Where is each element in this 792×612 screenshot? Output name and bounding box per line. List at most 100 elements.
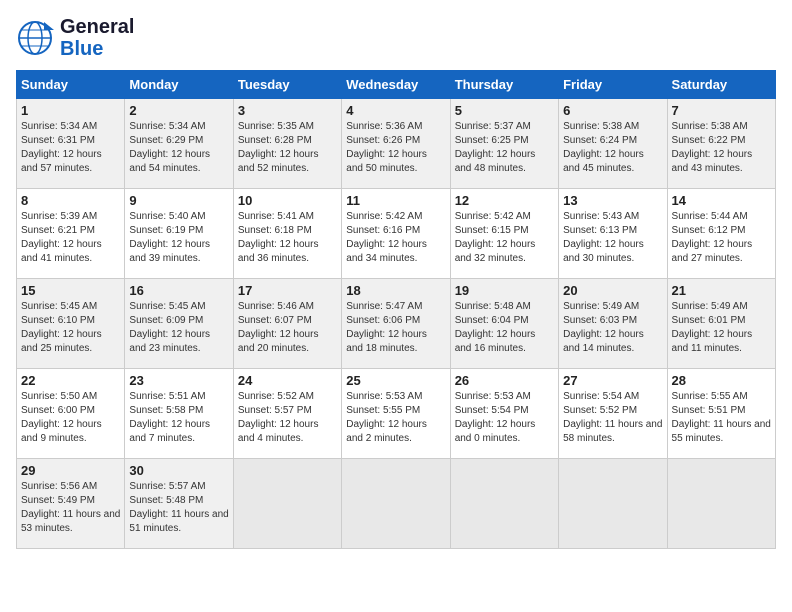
cell-info: Sunrise: 5:45 AMSunset: 6:10 PMDaylight:…	[21, 300, 120, 356]
day-number: 29	[21, 463, 120, 478]
day-number: 11	[346, 193, 445, 208]
cell-info: Sunrise: 5:40 AMSunset: 6:19 PMDaylight:…	[129, 210, 228, 266]
calendar-cell: 10Sunrise: 5:41 AMSunset: 6:18 PMDayligh…	[233, 189, 341, 279]
day-number: 9	[129, 193, 228, 208]
cell-info: Sunrise: 5:41 AMSunset: 6:18 PMDaylight:…	[238, 210, 337, 266]
cell-info: Sunrise: 5:49 AMSunset: 6:01 PMDaylight:…	[672, 300, 771, 356]
day-number: 25	[346, 373, 445, 388]
calendar-cell: 1 Sunrise: 5:34 AMSunset: 6:31 PMDaylight…	[17, 99, 125, 189]
calendar-cell: 3 Sunrise: 5:35 AMSunset: 6:28 PMDaylight…	[233, 99, 341, 189]
calendar-cell: 4 Sunrise: 5:36 AMSunset: 6:26 PMDaylight…	[342, 99, 450, 189]
calendar-cell	[233, 459, 341, 549]
cell-info: Sunrise: 5:34 AMSunset: 6:29 PMDaylight:…	[129, 120, 228, 176]
cell-info: Sunrise: 5:49 AMSunset: 6:03 PMDaylight:…	[563, 300, 662, 356]
calendar-cell: 19 Sunrise: 5:48 AMSunset: 6:04 PMDayligh…	[450, 279, 558, 369]
day-number: 17	[238, 283, 337, 298]
day-number: 27	[563, 373, 662, 388]
calendar-cell: 18 Sunrise: 5:47 AMSunset: 6:06 PMDayligh…	[342, 279, 450, 369]
day-number: 23	[129, 373, 228, 388]
cell-info: Sunrise: 5:37 AMSunset: 6:25 PMDaylight:…	[455, 120, 554, 176]
day-number: 5	[455, 103, 554, 118]
calendar-cell: 26 Sunrise: 5:53 AMSunset: 5:54 PMDayligh…	[450, 369, 558, 459]
calendar-cell: 7 Sunrise: 5:38 AMSunset: 6:22 PMDaylight…	[667, 99, 775, 189]
calendar-week-row: 1 Sunrise: 5:34 AMSunset: 6:31 PMDaylight…	[17, 99, 776, 189]
weekday-header: Tuesday	[233, 71, 341, 99]
cell-info: Sunrise: 5:35 AMSunset: 6:28 PMDaylight:…	[238, 120, 337, 176]
calendar-cell: 20 Sunrise: 5:49 AMSunset: 6:03 PMDayligh…	[559, 279, 667, 369]
cell-info: Sunrise: 5:50 AMSunset: 6:00 PMDaylight:…	[21, 390, 120, 446]
cell-info: Sunrise: 5:38 AMSunset: 6:22 PMDaylight:…	[672, 120, 771, 176]
calendar-table: SundayMondayTuesdayWednesdayThursdayFrid…	[16, 70, 776, 549]
day-number: 24	[238, 373, 337, 388]
cell-info: Sunrise: 5:55 AMSunset: 5:51 PMDaylight:…	[672, 390, 771, 446]
day-number: 12	[455, 193, 554, 208]
day-number: 26	[455, 373, 554, 388]
day-number: 20	[563, 283, 662, 298]
calendar-cell: 15 Sunrise: 5:45 AMSunset: 6:10 PMDayligh…	[17, 279, 125, 369]
calendar-cell	[667, 459, 775, 549]
cell-info: Sunrise: 5:39 AMSunset: 6:21 PMDaylight:…	[21, 210, 120, 266]
cell-info: Sunrise: 5:43 AMSunset: 6:13 PMDaylight:…	[563, 210, 662, 266]
calendar-cell: 28 Sunrise: 5:55 AMSunset: 5:51 PMDayligh…	[667, 369, 775, 459]
cell-info: Sunrise: 5:46 AMSunset: 6:07 PMDaylight:…	[238, 300, 337, 356]
day-number: 15	[21, 283, 120, 298]
calendar-cell: 6Sunrise: 5:38 AMSunset: 6:24 PMDaylight…	[559, 99, 667, 189]
logo: General Blue	[16, 16, 134, 60]
weekday-header-row: SundayMondayTuesdayWednesdayThursdayFrid…	[17, 71, 776, 99]
day-number: 14	[672, 193, 771, 208]
calendar-cell: 22 Sunrise: 5:50 AMSunset: 6:00 PMDayligh…	[17, 369, 125, 459]
calendar-cell: 9 Sunrise: 5:40 AMSunset: 6:19 PMDaylight…	[125, 189, 233, 279]
calendar-cell: 14 Sunrise: 5:44 AMSunset: 6:12 PMDayligh…	[667, 189, 775, 279]
calendar-week-row: 29Sunrise: 5:56 AMSunset: 5:49 PMDayligh…	[17, 459, 776, 549]
day-number: 28	[672, 373, 771, 388]
cell-info: Sunrise: 5:42 AMSunset: 6:16 PMDaylight:…	[346, 210, 445, 266]
calendar-cell	[342, 459, 450, 549]
calendar-cell	[559, 459, 667, 549]
day-number: 18	[346, 283, 445, 298]
calendar-cell: 27Sunrise: 5:54 AMSunset: 5:52 PMDayligh…	[559, 369, 667, 459]
day-number: 2	[129, 103, 228, 118]
cell-info: Sunrise: 5:48 AMSunset: 6:04 PMDaylight:…	[455, 300, 554, 356]
day-number: 22	[21, 373, 120, 388]
logo-line2: Blue	[60, 38, 134, 60]
weekday-header: Friday	[559, 71, 667, 99]
calendar-cell: 23 Sunrise: 5:51 AMSunset: 5:58 PMDayligh…	[125, 369, 233, 459]
day-number: 1	[21, 103, 120, 118]
calendar-cell: 5 Sunrise: 5:37 AMSunset: 6:25 PMDaylight…	[450, 99, 558, 189]
day-number: 19	[455, 283, 554, 298]
calendar-cell: 17 Sunrise: 5:46 AMSunset: 6:07 PMDayligh…	[233, 279, 341, 369]
day-number: 8	[21, 193, 120, 208]
calendar-cell: 30 Sunrise: 5:57 AMSunset: 5:48 PMDayligh…	[125, 459, 233, 549]
day-number: 16	[129, 283, 228, 298]
cell-info: Sunrise: 5:42 AMSunset: 6:15 PMDaylight:…	[455, 210, 554, 266]
calendar-cell: 13 Sunrise: 5:43 AMSunset: 6:13 PMDayligh…	[559, 189, 667, 279]
day-number: 30	[129, 463, 228, 478]
calendar-cell: 21Sunrise: 5:49 AMSunset: 6:01 PMDayligh…	[667, 279, 775, 369]
calendar-cell: 2 Sunrise: 5:34 AMSunset: 6:29 PMDaylight…	[125, 99, 233, 189]
weekday-header: Monday	[125, 71, 233, 99]
cell-info: Sunrise: 5:34 AMSunset: 6:31 PMDaylight:…	[21, 120, 120, 176]
cell-info: Sunrise: 5:44 AMSunset: 6:12 PMDaylight:…	[672, 210, 771, 266]
calendar-cell: 25Sunrise: 5:53 AMSunset: 5:55 PMDayligh…	[342, 369, 450, 459]
calendar-cell: 8 Sunrise: 5:39 AMSunset: 6:21 PMDaylight…	[17, 189, 125, 279]
calendar-cell: 29Sunrise: 5:56 AMSunset: 5:49 PMDayligh…	[17, 459, 125, 549]
day-number: 7	[672, 103, 771, 118]
weekday-header: Wednesday	[342, 71, 450, 99]
weekday-header: Saturday	[667, 71, 775, 99]
calendar-week-row: 22 Sunrise: 5:50 AMSunset: 6:00 PMDayligh…	[17, 369, 776, 459]
cell-info: Sunrise: 5:53 AMSunset: 5:54 PMDaylight:…	[455, 390, 554, 446]
day-number: 4	[346, 103, 445, 118]
cell-info: Sunrise: 5:47 AMSunset: 6:06 PMDaylight:…	[346, 300, 445, 356]
day-number: 13	[563, 193, 662, 208]
calendar-cell: 16 Sunrise: 5:45 AMSunset: 6:09 PMDayligh…	[125, 279, 233, 369]
cell-info: Sunrise: 5:57 AMSunset: 5:48 PMDaylight:…	[129, 480, 228, 536]
calendar-cell: 12 Sunrise: 5:42 AMSunset: 6:15 PMDayligh…	[450, 189, 558, 279]
cell-info: Sunrise: 5:36 AMSunset: 6:26 PMDaylight:…	[346, 120, 445, 176]
day-number: 3	[238, 103, 337, 118]
cell-info: Sunrise: 5:51 AMSunset: 5:58 PMDaylight:…	[129, 390, 228, 446]
calendar-week-row: 8 Sunrise: 5:39 AMSunset: 6:21 PMDaylight…	[17, 189, 776, 279]
cell-info: Sunrise: 5:45 AMSunset: 6:09 PMDaylight:…	[129, 300, 228, 356]
weekday-header: Sunday	[17, 71, 125, 99]
page-header: General Blue	[16, 16, 776, 60]
cell-info: Sunrise: 5:52 AMSunset: 5:57 PMDaylight:…	[238, 390, 337, 446]
